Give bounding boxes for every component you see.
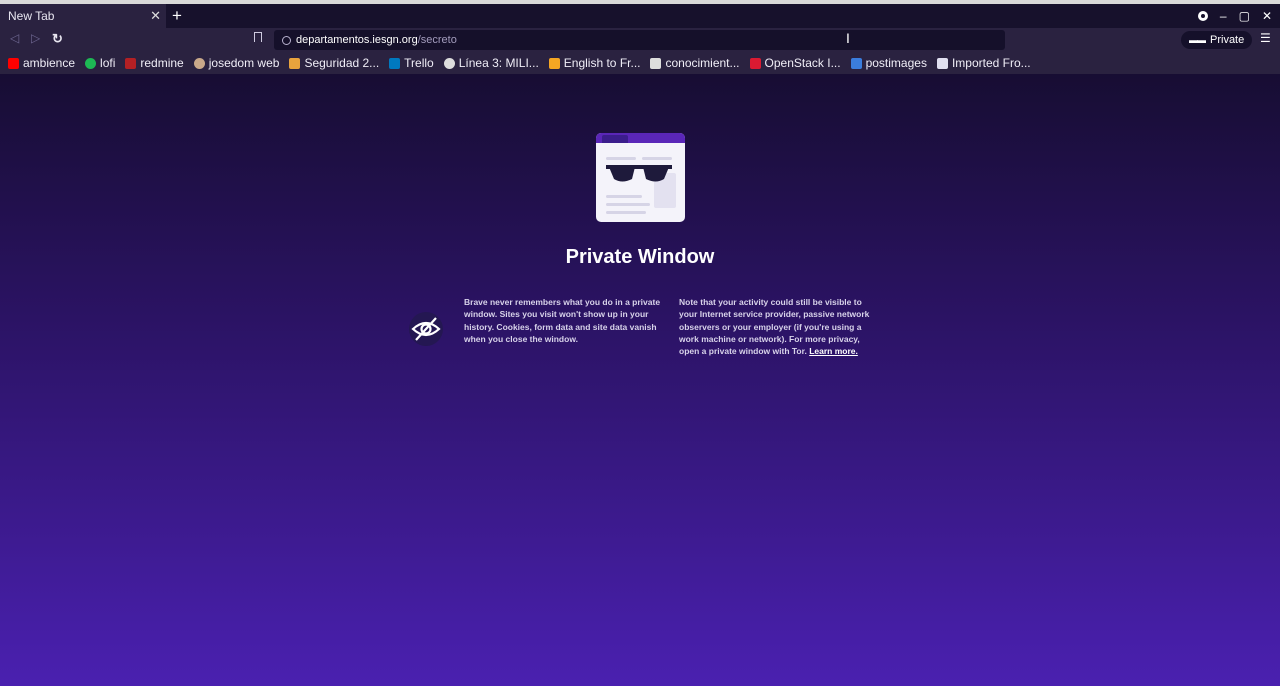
forward-button[interactable]: ▷ bbox=[31, 31, 40, 45]
globe-icon bbox=[443, 57, 455, 69]
bookmark-item[interactable]: Línea 3: MILI... bbox=[443, 56, 539, 70]
text-cursor-icon: I bbox=[846, 30, 850, 46]
bookmark-label: Línea 3: MILI... bbox=[458, 56, 539, 70]
bookmark-label: redmine bbox=[140, 56, 184, 70]
bookmark-label: Imported Fro... bbox=[951, 56, 1031, 70]
eye-slash-icon bbox=[409, 312, 443, 346]
bookmark-item[interactable]: redmine bbox=[125, 56, 184, 70]
bookmark-label: postimages bbox=[865, 56, 927, 70]
bookmark-item[interactable]: OpenStack I... bbox=[749, 56, 841, 70]
openstack-icon bbox=[749, 57, 761, 69]
bookmark-item[interactable]: Seguridad 2... bbox=[289, 56, 379, 70]
private-window-page: Private Window Brave never remembers wha… bbox=[0, 74, 1280, 686]
bookmark-label: OpenStack I... bbox=[764, 56, 841, 70]
bookmark-item[interactable]: lofi bbox=[85, 56, 115, 70]
url-path: /secreto bbox=[417, 34, 457, 46]
minimize-button[interactable]: – bbox=[1220, 9, 1227, 23]
tab-strip: New Tab ✕ + – ▢ ✕ bbox=[0, 4, 1280, 28]
close-window-button[interactable]: ✕ bbox=[1262, 9, 1272, 23]
back-button[interactable]: ◁ bbox=[10, 31, 19, 45]
bookmark-icon[interactable] bbox=[254, 32, 262, 42]
private-badge[interactable]: ▬▬ Private bbox=[1181, 31, 1253, 49]
bookmarks-bar: ambience lofi redmine josedom web Seguridad … bbox=[0, 52, 1280, 74]
glasses-icon: ▬▬ bbox=[1189, 35, 1206, 45]
privacy-info-text: Brave never remembers what you do in a p… bbox=[464, 297, 661, 344]
redmine-icon bbox=[125, 57, 137, 69]
bookmark-label: josedom web bbox=[208, 56, 280, 70]
bookmark-item[interactable]: postimages bbox=[850, 56, 927, 70]
spotify-icon bbox=[85, 57, 97, 69]
site-icon bbox=[289, 57, 301, 69]
avatar-icon bbox=[193, 57, 205, 69]
bookmark-label: Trello bbox=[404, 56, 434, 70]
bookmark-item[interactable]: josedom web bbox=[193, 56, 280, 70]
site-icon bbox=[650, 57, 662, 69]
visibility-note: Note that your activity could still be v… bbox=[679, 296, 879, 357]
sunglasses-icon bbox=[606, 165, 672, 182]
bookmark-item[interactable]: English to Fr... bbox=[548, 56, 641, 70]
bookmark-item[interactable]: Imported Fro... bbox=[936, 56, 1031, 70]
bookmark-label: lofi bbox=[100, 56, 116, 70]
folder-icon bbox=[936, 57, 948, 69]
reload-button[interactable]: ↻ bbox=[52, 31, 63, 47]
page-title: Private Window bbox=[565, 246, 715, 268]
trello-icon bbox=[389, 57, 401, 69]
new-tab-button[interactable]: + bbox=[172, 6, 182, 26]
bookmark-label: English to Fr... bbox=[563, 56, 641, 70]
bookmark-label: Seguridad 2... bbox=[304, 56, 380, 70]
address-bar[interactable]: departamentos.iesgn.org /secreto bbox=[274, 30, 1005, 50]
postimages-icon bbox=[850, 57, 862, 69]
bookmark-item[interactable]: conocimient... bbox=[650, 56, 740, 70]
menu-button[interactable]: ☰ bbox=[1260, 31, 1271, 45]
maximize-button[interactable]: ▢ bbox=[1239, 9, 1250, 23]
tab-new-tab[interactable]: New Tab ✕ bbox=[0, 4, 166, 28]
youtube-icon bbox=[8, 57, 19, 69]
window-controls: – ▢ ✕ bbox=[1197, 4, 1272, 28]
bookmark-item[interactable]: ambience bbox=[8, 56, 75, 70]
url-domain: departamentos.iesgn.org bbox=[296, 34, 418, 46]
private-label: Private bbox=[1210, 34, 1245, 46]
tab-close-icon[interactable]: ✕ bbox=[150, 8, 161, 24]
brave-menu-icon[interactable] bbox=[1197, 11, 1208, 21]
bookmark-label: conocimient... bbox=[665, 56, 740, 70]
tab-title: New Tab bbox=[8, 9, 55, 23]
toolbar: ◁ ▷ ↻ departamentos.iesgn.org /secreto I… bbox=[0, 28, 1280, 52]
bookmark-item[interactable]: Trello bbox=[389, 56, 434, 70]
learn-more-link[interactable]: Learn more. bbox=[809, 346, 858, 356]
translate-icon bbox=[548, 57, 560, 69]
private-browser-illustration bbox=[596, 133, 685, 222]
bookmark-label: ambience bbox=[23, 56, 76, 70]
site-info-icon[interactable] bbox=[282, 35, 291, 45]
